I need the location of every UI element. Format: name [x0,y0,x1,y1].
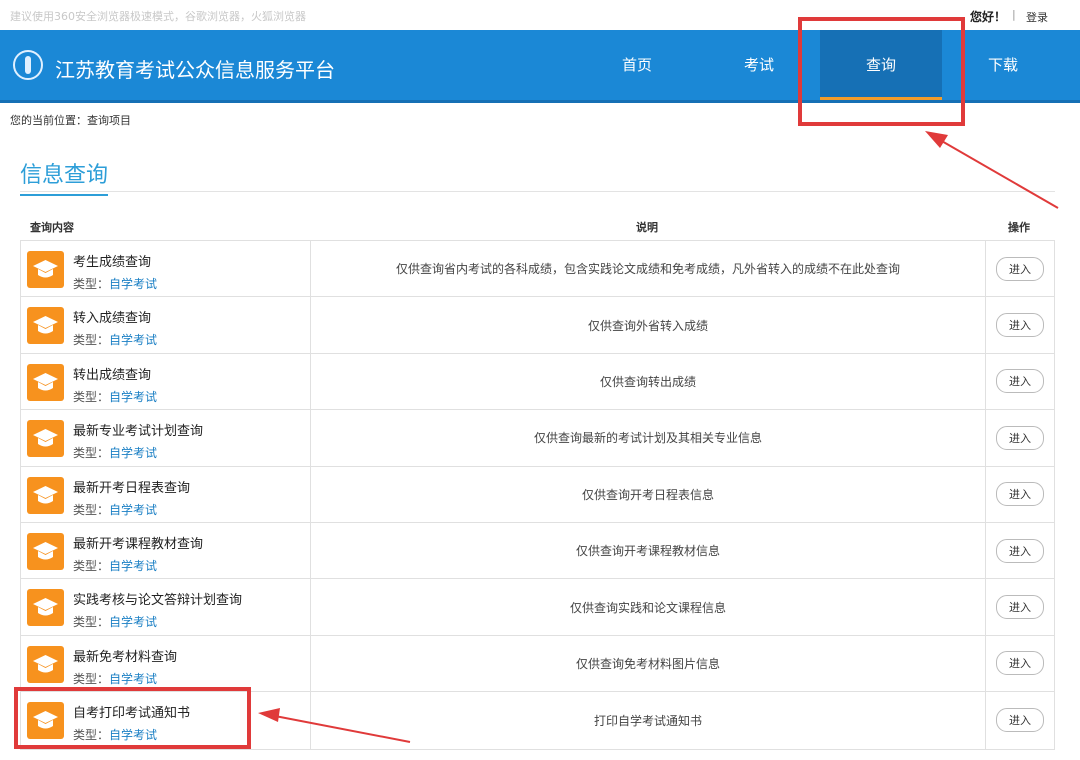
arrowhead-row [258,708,280,722]
arrow-to-row [275,716,410,742]
arrow-to-nav [940,140,1058,208]
annotation-arrows [0,0,1080,760]
arrowhead-nav [925,131,948,148]
